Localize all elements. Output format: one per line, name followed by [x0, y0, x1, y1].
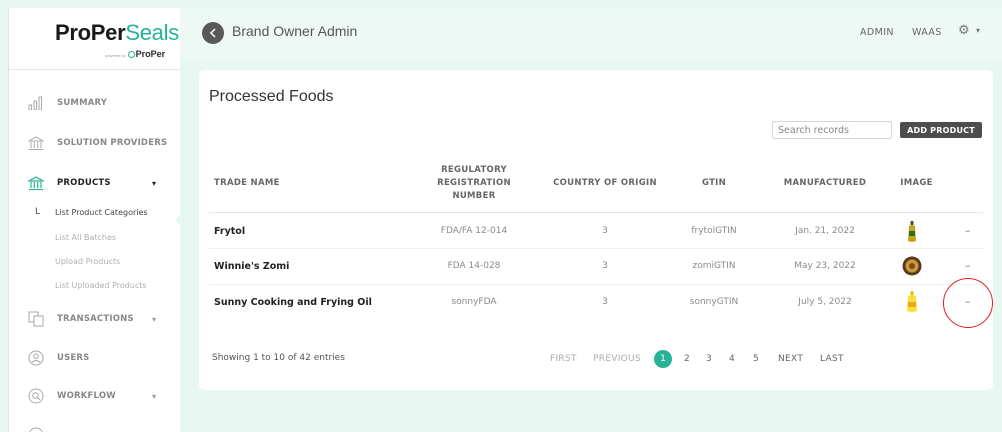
transactions-icon [25, 310, 47, 328]
sidebar: ProPerSeals powered by ProPer SUMMARY SO… [8, 8, 182, 432]
row-trade-name: Winnie's Zomi [214, 261, 290, 272]
sidebar-subitem-upload-products[interactable]: Upload Products [55, 257, 120, 266]
header-trade-name[interactable]: TRADE NAME [214, 177, 280, 190]
sidebar-subitem-list-product-categories[interactable]: List Product Categories [55, 208, 148, 217]
row-action-button[interactable]: – [965, 259, 971, 272]
row-regulatory-number: FDA 14-028 [447, 261, 501, 271]
oil-bottle-image[interactable] [907, 221, 917, 243]
circle-icon [25, 426, 47, 432]
sidebar-item-label: SOLUTION PROVIDERS [57, 138, 168, 148]
sidebar-item-products[interactable]: PRODUCTS ▾ [9, 172, 181, 194]
row-trade-name: Sunny Cooking and Frying Oil [214, 297, 372, 308]
sidebar-item-workflow[interactable]: WORKFLOW ▾ [9, 385, 181, 407]
row-regulatory-number: FDA/FA 12-014 [440, 226, 508, 236]
row-manufactured: May 23, 2022 [794, 261, 856, 271]
sidebar-item-more[interactable] [9, 424, 181, 432]
row-gtin: sonnyGTIN [689, 297, 739, 307]
sidebar-item-label: WORKFLOW [57, 391, 116, 401]
products-card: Processed Foods ADD PRODUCT TRADE NAME R… [199, 70, 993, 390]
highlight-circle [943, 278, 993, 328]
brand-logo[interactable]: ProPerSeals powered by ProPer [9, 8, 181, 70]
row-regulatory-number: sonnyFDA [451, 297, 497, 307]
row-manufactured: July 5, 2022 [798, 297, 852, 307]
row-gtin: zomiGTIN [692, 261, 736, 271]
sidebar-item-transactions[interactable]: TRANSACTIONS ▾ [9, 308, 181, 330]
sidebar-item-label: PRODUCTS [57, 178, 111, 188]
row-country: 3 [602, 261, 608, 271]
page-title: Processed Foods [209, 88, 334, 105]
gear-icon[interactable]: ⚙ [958, 23, 970, 38]
bank-icon [25, 134, 47, 152]
chevron-left-icon [209, 28, 216, 38]
bank-icon [25, 174, 47, 192]
row-manufactured: Jan. 21, 2022 [795, 226, 855, 236]
waas-link[interactable]: WAAS [912, 27, 942, 38]
pagination-page-current[interactable]: 1 [654, 350, 672, 368]
logo-subtitle: powered by ProPer [105, 49, 166, 59]
pagination-page[interactable]: 2 [684, 354, 690, 364]
workflow-icon [25, 387, 47, 405]
admin-link[interactable]: ADMIN [860, 27, 894, 38]
chevron-down-icon[interactable]: ▾ [976, 26, 980, 35]
pagination-next[interactable]: NEXT [778, 354, 803, 364]
pagination-last[interactable]: LAST [820, 354, 844, 364]
sidebar-subitem-list-uploaded-products[interactable]: List Uploaded Products [55, 281, 147, 290]
entries-info: Showing 1 to 10 of 42 entries [212, 353, 345, 363]
pagination-first[interactable]: FIRST [550, 354, 577, 364]
chevron-down-icon: ▾ [152, 178, 157, 188]
sidebar-item-solution-providers[interactable]: SOLUTION PROVIDERS [9, 132, 181, 154]
top-bar: Brand Owner Admin ADMIN WAAS ⚙ ▾ [180, 8, 1002, 58]
row-divider [209, 248, 983, 249]
zomi-jar-image[interactable] [902, 256, 922, 276]
back-button[interactable] [202, 22, 224, 44]
row-divider [209, 284, 983, 285]
add-product-button[interactable]: ADD PRODUCT [900, 122, 982, 138]
sidebar-item-label: SUMMARY [57, 98, 108, 108]
header-country-of-origin[interactable]: COUNTRY OF ORIGIN [545, 177, 665, 190]
header-divider [209, 212, 983, 213]
sidebar-item-users[interactable]: USERS [9, 347, 181, 369]
header-gtin[interactable]: GTIN [679, 177, 749, 190]
search-input[interactable] [772, 121, 892, 139]
row-gtin: frytolGTIN [691, 226, 737, 236]
row-country: 3 [602, 297, 608, 307]
row-country: 3 [602, 226, 608, 236]
page-header-title: Brand Owner Admin [232, 23, 358, 39]
sidebar-item-label: TRANSACTIONS [57, 314, 134, 324]
chevron-down-icon: ▾ [152, 391, 157, 401]
sidebar-subitem-list-all-batches[interactable]: List All Batches [55, 233, 116, 242]
logo-text: ProPerSeals [55, 20, 179, 45]
bar-chart-icon [25, 94, 47, 112]
sub-bullet-icon: L [35, 207, 41, 217]
sidebar-item-label: USERS [57, 353, 90, 363]
row-trade-name: Frytol [214, 226, 246, 237]
row-action-button[interactable]: – [965, 224, 971, 237]
pagination-previous[interactable]: PREVIOUS [593, 354, 641, 364]
header-manufactured[interactable]: MANUFACTURED [775, 177, 875, 190]
sunny-oil-image[interactable] [906, 291, 918, 313]
header-image: IMAGE [900, 178, 933, 188]
sidebar-item-summary[interactable]: SUMMARY [9, 92, 181, 114]
pagination-page[interactable]: 4 [729, 354, 735, 364]
proper-logo-icon [127, 51, 135, 58]
active-indicator-notch [175, 212, 182, 228]
pagination-page[interactable]: 3 [706, 354, 712, 364]
pagination-page[interactable]: 5 [753, 354, 759, 364]
user-icon [25, 349, 47, 367]
chevron-down-icon: ▾ [152, 314, 157, 324]
header-regulatory-registration-number[interactable]: REGULATORY REGISTRATION NUMBER [414, 164, 534, 203]
